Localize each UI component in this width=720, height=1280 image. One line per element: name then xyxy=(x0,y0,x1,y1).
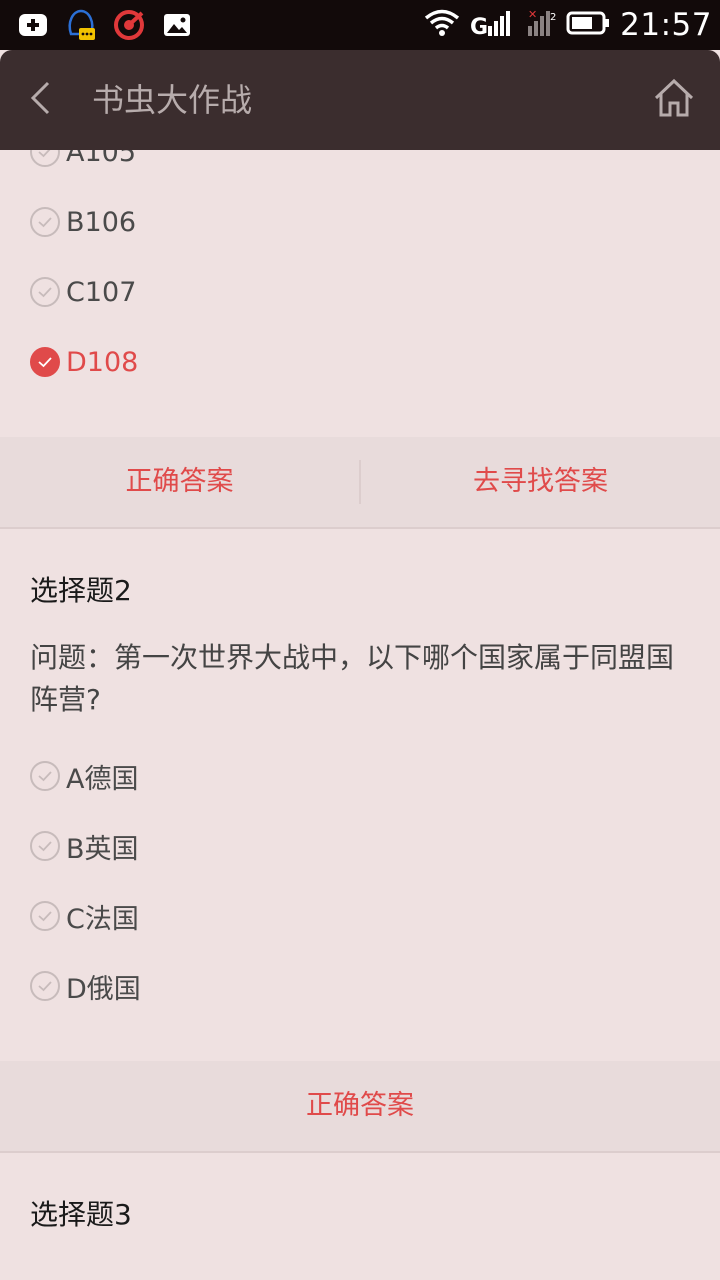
check-circle-icon xyxy=(30,207,60,237)
page-title: 书虫大作战 xyxy=(92,81,253,119)
card-gap xyxy=(0,529,720,545)
svg-text:G: G xyxy=(470,15,488,38)
check-circle-selected-icon xyxy=(30,347,60,377)
option-label: B英国 xyxy=(66,833,139,865)
check-circle-icon xyxy=(30,150,60,167)
option-label: C107 xyxy=(66,276,137,308)
option-b[interactable]: B英国 xyxy=(30,811,690,881)
option-label: A105 xyxy=(66,150,137,168)
option-label: D俄国 xyxy=(66,973,141,1005)
wifi-icon xyxy=(424,8,460,42)
check-circle-icon xyxy=(30,277,60,307)
question-card-1: A105 B106 C107 D108 xyxy=(0,150,720,437)
option-label: C法国 xyxy=(66,903,139,935)
gallery-icon xyxy=(160,8,194,42)
correct-answer-button[interactable]: 正确答案 xyxy=(0,436,359,528)
home-icon xyxy=(653,78,695,122)
question-title: 选择题3 xyxy=(30,1198,132,1231)
option-a[interactable]: A105 xyxy=(30,150,690,187)
question-list[interactable]: A105 B106 C107 D108 正确答案 去寻找答案 选择题2 问题：第… xyxy=(0,150,720,1280)
status-bar: G ✕ 2 21:57 xyxy=(0,0,720,50)
option-label: B106 xyxy=(66,206,137,238)
option-label: D108 xyxy=(66,346,139,378)
option-list: A105 B106 C107 D108 xyxy=(30,150,690,437)
notification-icons xyxy=(16,8,194,42)
card-gap xyxy=(0,1153,720,1169)
check-circle-icon xyxy=(30,831,60,861)
chat-bubble-icon xyxy=(64,8,98,42)
chevron-left-icon xyxy=(28,80,52,120)
find-answer-button[interactable]: 去寻找答案 xyxy=(361,436,720,528)
question-card-2: 选择题2 问题：第一次世界大战中，以下哪个国家属于同盟国阵营? A德国 B英国 … xyxy=(0,545,720,1061)
option-a[interactable]: A德国 xyxy=(30,741,690,811)
battery-icon xyxy=(566,9,610,41)
option-c[interactable]: C107 xyxy=(30,257,690,327)
back-button[interactable] xyxy=(16,70,64,130)
option-c[interactable]: C法国 xyxy=(30,881,690,951)
clock: 21:57 xyxy=(620,7,712,43)
app-bar: 书虫大作战 xyxy=(0,50,720,150)
answer-actions-2: 正确答案 xyxy=(0,1061,720,1153)
target-icon xyxy=(112,8,146,42)
svg-text:✕: ✕ xyxy=(528,8,537,21)
status-icons: G ✕ 2 21:57 xyxy=(424,6,712,44)
correct-answer-button[interactable]: 正确答案 xyxy=(0,1060,720,1152)
home-button[interactable] xyxy=(646,72,702,128)
signal-2-icon: ✕ 2 xyxy=(526,8,557,42)
signal-icon: G xyxy=(470,8,516,42)
option-list: A德国 B英国 C法国 D俄国 xyxy=(30,721,690,1061)
option-label: A德国 xyxy=(66,763,139,795)
check-circle-icon xyxy=(30,901,60,931)
check-circle-icon xyxy=(30,971,60,1001)
option-d[interactable]: D俄国 xyxy=(30,951,690,1021)
answer-actions-1: 正确答案 去寻找答案 xyxy=(0,437,720,529)
question-title: 选择题2 xyxy=(30,574,132,607)
option-b[interactable]: B106 xyxy=(30,187,690,257)
option-d[interactable]: D108 xyxy=(30,327,690,397)
check-circle-icon xyxy=(30,761,60,791)
question-text: 问题：第一次世界大战中，以下哪个国家属于同盟国阵营? xyxy=(30,641,675,716)
svg-text:2: 2 xyxy=(550,12,556,23)
add-square-icon xyxy=(16,8,50,42)
question-card-3: 选择题3 xyxy=(0,1169,720,1235)
